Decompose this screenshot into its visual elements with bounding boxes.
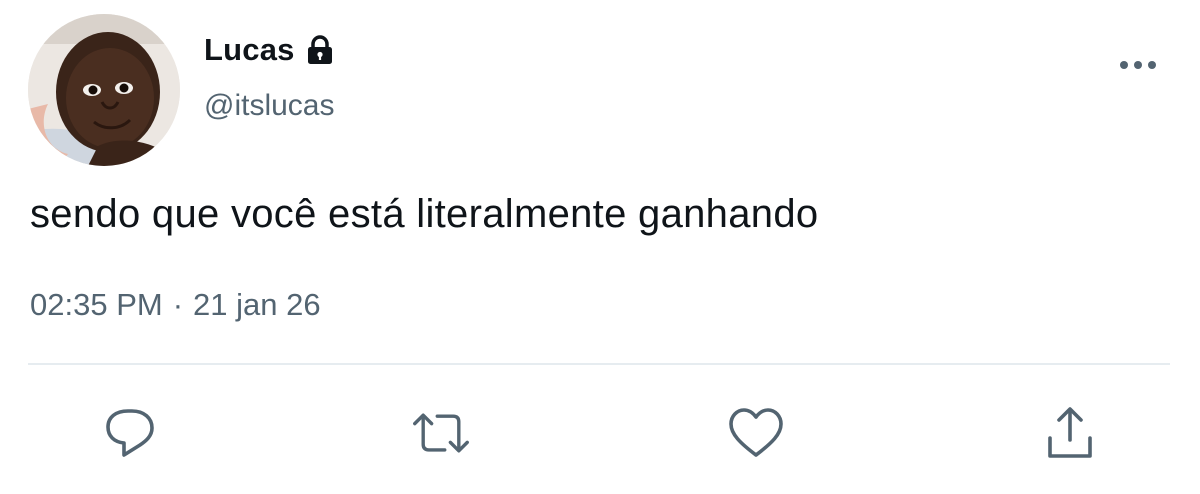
timestamp-separator: · <box>172 287 184 322</box>
tweet-date: 21 jan 26 <box>193 287 321 322</box>
tweet-card: Lucas @itslucas sendo que você está lite… <box>0 0 1200 494</box>
tweet-text: sendo que você está literalmente ganhand… <box>30 192 819 236</box>
more-options-button[interactable] <box>1114 50 1162 80</box>
name-row: Lucas <box>204 28 335 72</box>
tweet-time: 02:35 PM <box>30 287 163 322</box>
more-options-icon <box>1120 61 1156 69</box>
user-handle[interactable]: @itslucas <box>204 89 335 123</box>
like-button[interactable] <box>726 404 786 462</box>
retweet-button[interactable] <box>411 404 471 462</box>
share-icon <box>1048 407 1092 458</box>
reply-button[interactable] <box>100 404 160 462</box>
share-button[interactable] <box>1040 404 1100 462</box>
avatar[interactable] <box>28 14 180 166</box>
tweet-timestamp[interactable]: 02:35 PM · 21 jan 26 <box>30 287 321 323</box>
avatar-photo <box>28 14 180 166</box>
lock-icon <box>305 34 335 66</box>
divider <box>28 363 1170 365</box>
reply-icon <box>106 409 154 457</box>
like-icon <box>729 408 783 457</box>
display-name[interactable]: Lucas <box>204 32 295 68</box>
retweet-icon <box>413 413 469 453</box>
